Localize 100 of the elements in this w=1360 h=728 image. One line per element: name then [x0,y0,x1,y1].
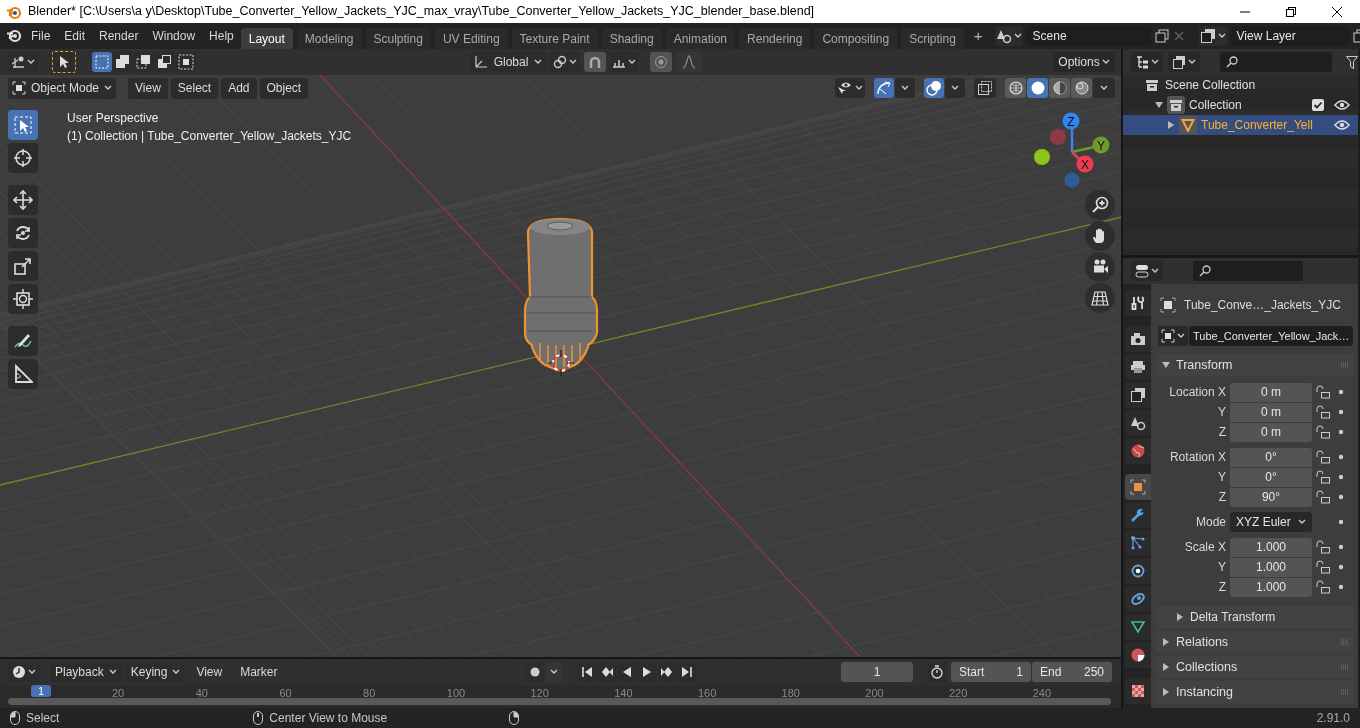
menu-dropdown[interactable]: Keying [125,662,186,682]
tool-button[interactable] [8,110,38,140]
shading-mode-button[interactable] [1005,78,1026,98]
workspace-tab[interactable]: Sculpting [365,28,431,49]
view-layer-selector-button[interactable] [1198,26,1227,46]
playback-button[interactable] [637,662,657,682]
keyframe-dot-icon[interactable] [1338,429,1344,435]
properties-tab[interactable] [1125,354,1151,380]
playhead-frame-marker[interactable]: 1 [31,685,52,697]
workspace-tab[interactable]: UV Editing [434,28,508,49]
tool-button[interactable] [8,284,38,314]
pivot-point-button[interactable] [550,52,580,72]
keyframe-dot-icon[interactable] [1338,494,1344,500]
shading-mode-button[interactable] [1027,78,1048,98]
zoom-button[interactable] [1085,190,1115,220]
blender-logo-icon[interactable] [6,27,24,45]
start-frame-field[interactable]: Start 1 [951,662,1031,682]
number-field[interactable]: 1.000 [1230,577,1312,597]
keyframe-dot-icon[interactable] [1338,564,1344,570]
eye-icon[interactable] [1334,99,1350,111]
expanded-arrow-icon[interactable] [1155,101,1163,109]
keyframe-dot-icon[interactable] [1338,409,1344,415]
panel-header[interactable]: Transform [1156,354,1354,376]
workspace-tab[interactable]: Shading [601,28,662,49]
dropdown[interactable]: XYZ Euler [1230,512,1312,532]
checkbox-checked-icon[interactable] [1312,99,1324,111]
perspective-toggle-button[interactable] [1085,283,1115,313]
display-mode-button[interactable] [1131,52,1163,72]
options-dropdown[interactable]: Options [1053,52,1115,72]
maximize-icon[interactable] [1286,6,1296,17]
workspace-tab[interactable]: Modeling [296,28,362,49]
outliner-row[interactable]: Scene Collection [1123,75,1358,95]
menu-item[interactable]: View [189,662,230,682]
lock-open-icon[interactable] [1316,385,1330,399]
collapsed-arrow-icon[interactable] [1162,663,1170,671]
properties-tab[interactable] [1125,678,1151,704]
dropdown-button[interactable] [895,78,915,98]
selection-mode-button[interactable] [176,52,196,72]
lock-open-icon[interactable] [1316,405,1330,419]
keyframe-dot-icon[interactable] [1338,519,1344,525]
editor-type-button[interactable] [8,52,38,72]
keyframe-dot-icon[interactable] [1338,474,1344,480]
selection-mode-button[interactable] [134,52,154,72]
end-frame-field[interactable]: End 250 [1032,662,1112,682]
workspace-tab[interactable]: Texture Paint [511,28,598,49]
properties-tab[interactable] [1125,326,1151,352]
shading-mode-button[interactable] [1071,78,1092,98]
select-tool-button[interactable] [52,51,76,73]
dropdown-button[interactable] [945,78,965,98]
menu-item[interactable]: Object [259,77,309,99]
workspace-tab[interactable]: Animation [665,28,736,49]
number-field[interactable]: 0 m [1230,402,1312,422]
selection-mode-button[interactable] [113,52,133,72]
selection-mode-button[interactable] [155,52,175,72]
tool-button[interactable] [8,218,38,248]
snap-toggle[interactable] [584,52,606,72]
negative-x-axis-handle[interactable] [1050,129,1066,145]
editor-type-button[interactable] [8,662,40,682]
object-name-field[interactable]: Tube_Converter_Yellow_Jack… [1189,326,1354,346]
axis-handle[interactable]: X [1076,155,1094,173]
number-field[interactable]: 1.000 [1230,537,1312,557]
close-icon[interactable] [1332,6,1342,17]
menu-item[interactable]: Edit [57,26,93,46]
negative-y-axis-handle[interactable] [1034,149,1050,165]
lock-open-icon[interactable] [1316,450,1330,464]
object-mode-dropdown[interactable]: Object Mode [8,77,116,99]
xray-toggle[interactable] [974,78,996,98]
pan-button[interactable] [1085,221,1115,251]
filter-funnel-icon[interactable] [1346,55,1358,69]
keyframe-dot-icon[interactable] [1338,454,1344,460]
add-workspace-button[interactable]: + [967,28,989,44]
scene-selector-button[interactable] [994,26,1023,46]
workspace-tab[interactable]: Scripting [901,28,964,49]
number-field[interactable]: 1.000 [1230,557,1312,577]
number-field[interactable]: 0° [1230,447,1312,467]
axis-handle[interactable]: Y [1092,136,1110,154]
collapsed-arrow-icon[interactable] [1167,121,1175,129]
properties-tab[interactable] [1125,382,1151,408]
lock-open-icon[interactable] [1316,580,1330,594]
playback-button[interactable] [657,662,677,682]
dropdown-button[interactable] [545,662,562,682]
panel-header[interactable]: Relations [1156,631,1354,653]
menu-item[interactable]: Add [221,77,257,99]
filter-view-layer-button[interactable] [1168,52,1200,72]
tool-button[interactable] [8,326,38,356]
lock-open-icon[interactable] [1316,540,1330,554]
workspace-tab[interactable]: Layout [240,28,293,49]
menu-item[interactable]: Render [92,26,146,46]
collapsed-arrow-icon[interactable] [1176,613,1184,621]
number-field[interactable]: 0 m [1230,382,1312,402]
search-field[interactable] [1220,52,1332,72]
outliner-row[interactable]: Tube_Converter_Yell [1123,115,1358,135]
preview-range-button[interactable] [927,662,947,682]
properties-tab[interactable] [1125,290,1151,316]
tool-button[interactable] [8,185,38,215]
falloff-button[interactable] [676,52,702,72]
keyframe-dot-icon[interactable] [1338,389,1344,395]
playback-button[interactable] [597,662,617,682]
collapsed-arrow-icon[interactable] [1162,638,1170,646]
menu-item[interactable]: View [128,77,168,99]
